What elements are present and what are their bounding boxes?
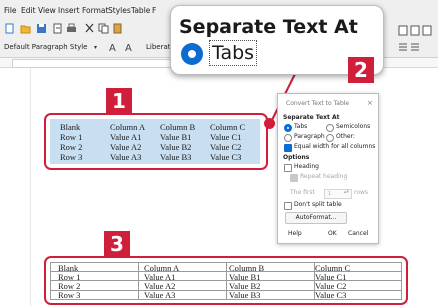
dialog-title: Convert Text to Table (286, 100, 350, 107)
menu-form[interactable]: F (152, 6, 156, 15)
page-margin-line (30, 68, 31, 306)
close-icon[interactable]: × (367, 99, 373, 107)
cut-icon[interactable] (84, 23, 95, 34)
help-button[interactable]: Help (288, 230, 302, 238)
options-heading: Options (283, 154, 310, 161)
zoom-title: Separate Text At (179, 16, 358, 38)
new-style-icon[interactable]: A (124, 41, 136, 53)
first-rows-value: 1 (328, 191, 332, 197)
highlight-dot (264, 118, 275, 129)
menu-format[interactable]: Format (82, 6, 108, 15)
align-icons[interactable] (398, 24, 436, 54)
autoformat-button[interactable]: AutoFormat... (285, 212, 347, 224)
radio-paragraph-label: Paragraph (294, 133, 325, 140)
open-icon[interactable] (20, 23, 31, 34)
export-icon[interactable] (52, 23, 63, 34)
stepper-arrows-icon[interactable]: ▴▾ (344, 189, 349, 195)
checkbox-dont-split[interactable] (284, 202, 292, 210)
convert-text-to-table-dialog: Convert Text to Table × Separate Text At… (277, 93, 379, 244)
highlight-outline-3 (44, 256, 408, 305)
repeat-heading-label: Repeat heading (300, 173, 348, 180)
radio-other[interactable] (326, 134, 334, 142)
zoom-radio-tabs (181, 43, 203, 65)
print-icon[interactable] (66, 23, 77, 34)
radio-other-label: Other: (336, 133, 355, 140)
save-icon[interactable] (36, 23, 47, 34)
radio-paragraph[interactable] (284, 134, 292, 142)
menu-insert[interactable]: Insert (58, 6, 80, 15)
cancel-button[interactable]: Cancel (348, 230, 368, 238)
update-style-icon[interactable]: A (108, 41, 120, 53)
zoom-tabs-label: Tabs (209, 40, 258, 66)
new-icon[interactable] (4, 23, 15, 34)
rows-label: rows (354, 189, 369, 196)
radio-tabs-label: Tabs (294, 123, 308, 130)
radio-semicolons[interactable] (326, 124, 334, 132)
menu-table[interactable]: Table (131, 6, 150, 15)
first-rows-stepper[interactable]: 1 ▴▾ (324, 189, 352, 199)
svg-text:A: A (109, 43, 116, 53)
chevron-down-icon[interactable]: ▾ (94, 44, 97, 51)
callout-badge-3: 3 (104, 231, 130, 257)
menu-file[interactable]: File (4, 6, 17, 15)
radio-tabs[interactable] (284, 124, 292, 132)
copy-icon[interactable] (98, 23, 109, 34)
toolbar-right-icons (398, 20, 438, 57)
menu-styles[interactable]: Styles (108, 6, 131, 15)
highlight-outline-1 (44, 113, 268, 170)
checkbox-equal-width[interactable] (284, 144, 292, 152)
callout-badge-1: 1 (106, 88, 132, 114)
separate-heading: Separate Text At (283, 114, 340, 121)
paste-icon[interactable] (112, 23, 123, 34)
callout-badge-2: 2 (348, 57, 374, 83)
menu-edit[interactable]: Edit (21, 6, 36, 15)
checkbox-heading[interactable] (284, 164, 292, 172)
menu-view[interactable]: View (38, 6, 56, 15)
paragraph-style-box[interactable]: Default Paragraph Style (4, 41, 94, 53)
radio-semicolons-label: Semicolons (336, 123, 371, 130)
equal-width-label: Equal width for all columns (294, 143, 376, 150)
the-first-label: The first (290, 189, 315, 196)
checkbox-repeat-heading[interactable] (290, 174, 298, 182)
dont-split-label: Don't split table (294, 201, 342, 208)
svg-text:A: A (125, 43, 132, 53)
heading-label: Heading (294, 163, 319, 170)
ok-button[interactable]: OK (328, 230, 337, 238)
